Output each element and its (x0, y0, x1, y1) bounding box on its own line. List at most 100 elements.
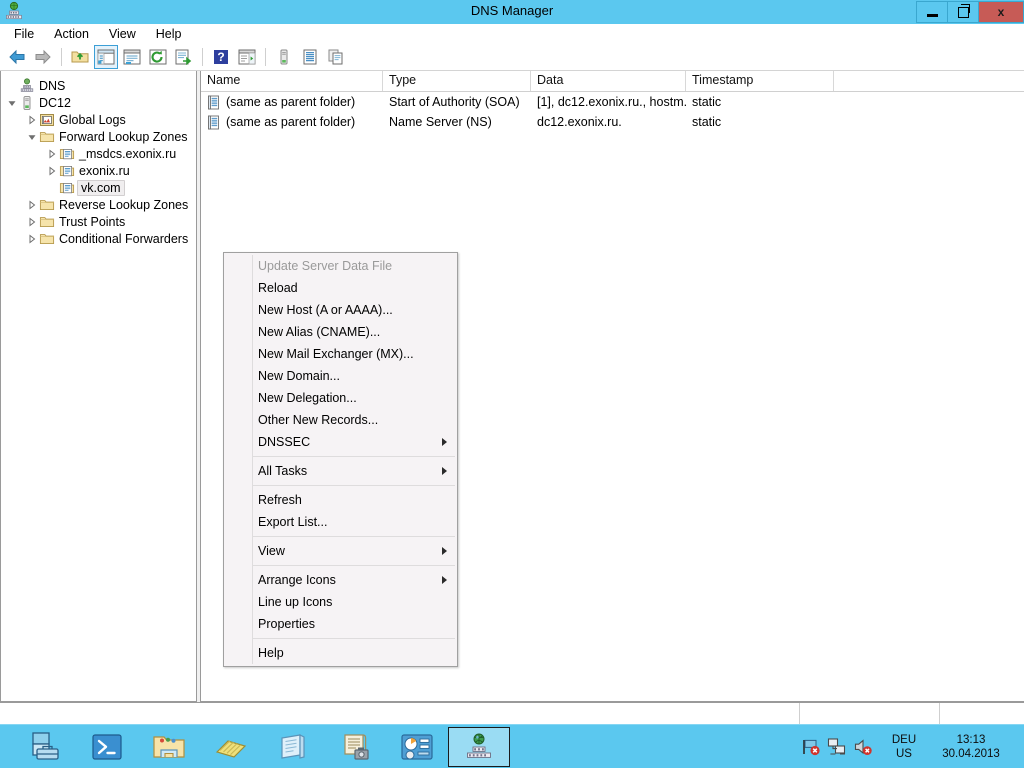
menu-item-all-tasks[interactable]: All Tasks (224, 460, 457, 482)
tree-item-exonix-ru[interactable]: exonix.ru (1, 162, 196, 179)
cell-name: (same as parent folder) (201, 115, 383, 130)
title-bar: DNS Manager x (0, 0, 1024, 24)
menu-item-new-alias[interactable]: New Alias (CNAME)... (224, 321, 457, 343)
tree-item-vk-com[interactable]: vk.com (1, 179, 196, 196)
network-flag-error-icon[interactable] (801, 737, 821, 757)
column-header-name[interactable]: Name (201, 71, 383, 91)
forward-icon[interactable] (31, 45, 55, 69)
taskbar-powershell[interactable] (76, 727, 138, 767)
twisty-collapsed[interactable] (25, 112, 39, 128)
record-name: (same as parent folder) (226, 115, 356, 129)
menu-bar: File Action View Help (0, 24, 1024, 44)
up-one-level-icon[interactable] (68, 45, 92, 69)
back-icon[interactable] (5, 45, 29, 69)
tree-item-forward-lookup-zones[interactable]: Forward Lookup Zones (1, 128, 196, 145)
help-icon[interactable]: ? (209, 45, 233, 69)
show-hide-console-tree-icon[interactable] (94, 45, 118, 69)
twisty-collapsed[interactable] (25, 231, 39, 247)
tree-item-global-logs[interactable]: Global Logs (1, 111, 196, 128)
dns-manager-window: DNS Manager x File Action View Help ? DN… (0, 0, 1024, 768)
show-hide-action-pane-icon[interactable] (235, 45, 259, 69)
twisty-collapsed[interactable] (45, 146, 59, 162)
volume-mute-icon[interactable] (853, 737, 873, 757)
folder-icon (39, 214, 55, 230)
taskbar-server-manager[interactable] (14, 727, 76, 767)
toolbar-separator-3 (265, 48, 266, 66)
cell-type: Start of Authority (SOA) (389, 95, 520, 109)
menu-item-arrange-icons[interactable]: Arrange Icons (224, 569, 457, 591)
column-header-filler[interactable] (834, 71, 1019, 91)
menu-item-new-mail-exchanger[interactable]: New Mail Exchanger (MX)... (224, 343, 457, 365)
menu-item-view[interactable]: View (224, 540, 457, 562)
close-button[interactable]: x (978, 1, 1024, 23)
record-icon (207, 95, 221, 110)
restore-button[interactable] (947, 1, 979, 23)
status-panel-third (940, 703, 1024, 724)
menu-item-refresh[interactable]: Refresh (224, 489, 457, 511)
twisty-expanded[interactable] (5, 95, 19, 111)
system-tray: DEU US 13:13 30.04.2013 (798, 725, 1018, 768)
twisty-collapsed[interactable] (45, 163, 59, 179)
menu-item-properties[interactable]: Properties (224, 613, 457, 635)
console-tree: DNS DC12 Global Logs Forward Lookup Zone… (1, 71, 196, 247)
taskbar-file-explorer[interactable] (138, 727, 200, 767)
twisty-collapsed[interactable] (25, 214, 39, 230)
taskbar-script-tool[interactable] (324, 727, 386, 767)
tree-item-conditional-forwarders[interactable]: Conditional Forwarders (1, 230, 196, 247)
tree-label: Trust Points (59, 214, 126, 229)
column-header-type[interactable]: Type (383, 71, 531, 91)
menu-separator (252, 485, 455, 486)
tree-label: DNS (39, 78, 66, 93)
folder-icon (39, 129, 55, 145)
list-icon[interactable] (298, 45, 322, 69)
folder-icon (39, 231, 55, 247)
menu-action[interactable]: Action (44, 25, 99, 43)
window-controls: x (916, 1, 1024, 23)
menu-item-new-delegation[interactable]: New Delegation... (224, 387, 457, 409)
menu-item-other-new-records[interactable]: Other New Records... (224, 409, 457, 431)
taskbar-dns-manager[interactable] (448, 727, 510, 767)
menu-item-new-host[interactable]: New Host (A or AAAA)... (224, 299, 457, 321)
tree-item-dns[interactable]: DNS (1, 77, 196, 94)
menu-item-dnssec[interactable]: DNSSEC (224, 431, 457, 453)
menu-item-update-server-data-file[interactable]: Update Server Data File (224, 255, 457, 277)
twisty-expanded[interactable] (25, 129, 39, 145)
export-list-icon[interactable] (172, 45, 196, 69)
minimize-button[interactable] (916, 1, 948, 23)
menu-item-reload[interactable]: Reload (224, 277, 457, 299)
zone-icon (59, 163, 75, 179)
console-tree-pane: DNS DC12 Global Logs Forward Lookup Zone… (0, 71, 197, 702)
tree-item-dc12[interactable]: DC12 (1, 94, 196, 111)
server-icon[interactable] (272, 45, 296, 69)
taskbar-sticky-notes[interactable] (200, 727, 262, 767)
taskbar-control-panel[interactable] (386, 727, 448, 767)
taskbar: DEU US 13:13 30.04.2013 (0, 724, 1024, 768)
menu-item-line-up-icons[interactable]: Line up Icons (224, 591, 457, 613)
menu-item-export-list[interactable]: Export List... (224, 511, 457, 533)
taskbar-notepad[interactable] (262, 727, 324, 767)
language-indicator[interactable]: DEU US (882, 733, 926, 761)
menu-item-help[interactable]: Help (224, 642, 457, 664)
clock[interactable]: 13:13 30.04.2013 (928, 733, 1014, 761)
column-header-data[interactable]: Data (531, 71, 686, 91)
table-row[interactable]: (same as parent folder) Start of Authori… (201, 92, 1024, 112)
tree-item-reverse-lookup-zones[interactable]: Reverse Lookup Zones (1, 196, 196, 213)
table-row[interactable]: (same as parent folder) Name Server (NS)… (201, 112, 1024, 132)
tree-item-trust-points[interactable]: Trust Points (1, 213, 196, 230)
menu-separator (252, 638, 455, 639)
copy-icon[interactable] (324, 45, 348, 69)
menu-file[interactable]: File (4, 25, 44, 43)
submenu-arrow-icon (442, 547, 447, 555)
remote-desktop-icon[interactable] (827, 737, 847, 757)
column-header-timestamp[interactable]: Timestamp (686, 71, 834, 91)
properties-icon[interactable] (120, 45, 144, 69)
refresh-icon[interactable] (146, 45, 170, 69)
menu-item-label: All Tasks (258, 464, 308, 478)
zone-icon (59, 146, 75, 162)
menu-view[interactable]: View (99, 25, 146, 43)
menu-help[interactable]: Help (146, 25, 192, 43)
tree-item-msdcs-exonix-ru[interactable]: _msdcs.exonix.ru (1, 145, 196, 162)
menu-item-new-domain[interactable]: New Domain... (224, 365, 457, 387)
window-title: DNS Manager (470, 3, 554, 18)
twisty-collapsed[interactable] (25, 197, 39, 213)
